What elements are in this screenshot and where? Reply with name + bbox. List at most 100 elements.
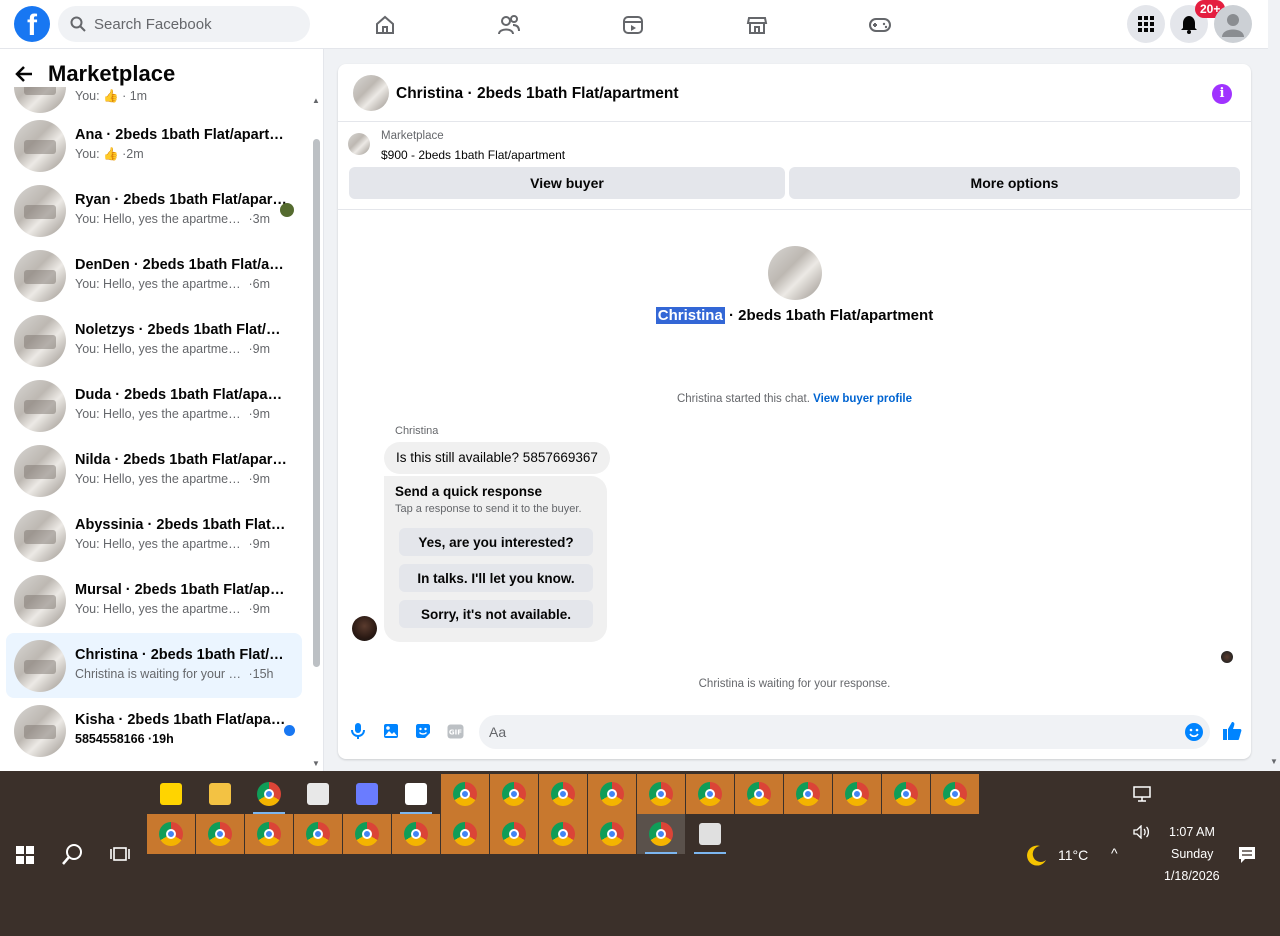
- conversation-preview: You: Hello, yes the apartment is... · 3m: [75, 212, 287, 226]
- quick-response-card: Send a quick response Tap a response to …: [384, 476, 607, 642]
- clock-time[interactable]: 1:07 AM: [1169, 825, 1215, 839]
- unread-dot-icon: [284, 725, 295, 736]
- taskbar-chrome-window[interactable]: [245, 814, 293, 854]
- sidebar-title: Marketplace: [48, 61, 176, 86]
- incoming-message-bubble: Is this still available? 5857669367: [384, 442, 610, 474]
- microphone-icon[interactable]: [349, 722, 367, 740]
- taskbar-search-icon[interactable]: [62, 843, 84, 870]
- thumbs-up-icon[interactable]: [1221, 720, 1243, 742]
- taskbar-chrome-window[interactable]: [686, 774, 734, 814]
- taskbar-chrome-window[interactable]: [735, 774, 783, 814]
- task-view-icon[interactable]: [110, 845, 130, 868]
- scroll-down-arrow-icon[interactable]: ▼: [312, 759, 320, 768]
- conversation-last-message: 5854558166: [75, 732, 145, 746]
- sidebar-scrollbar[interactable]: [313, 139, 320, 667]
- taskbar-photos[interactable]: [686, 814, 734, 854]
- conversation-item-active[interactable]: Christina · 2beds 1bath Flat/apar... Chri…: [6, 633, 302, 698]
- info-icon[interactable]: i: [1212, 84, 1232, 104]
- chrome-icon: [159, 822, 183, 846]
- clock-date[interactable]: 1/18/2026: [1164, 869, 1220, 883]
- taskbar-chrome-window[interactable]: [539, 774, 587, 814]
- listing-avatar[interactable]: [353, 75, 389, 111]
- taskbar-copilot[interactable]: [343, 774, 391, 814]
- conversation-separator: ·: [245, 277, 253, 291]
- windows-start-icon[interactable]: [16, 846, 34, 869]
- network-icon[interactable]: [1133, 786, 1151, 807]
- taskbar-chrome-window-selected[interactable]: [637, 814, 685, 854]
- facebook-logo[interactable]: f: [14, 6, 50, 42]
- taskbar-chrome-window[interactable]: [637, 774, 685, 814]
- action-center-icon[interactable]: [1238, 846, 1256, 869]
- taskbar-paint[interactable]: [294, 774, 342, 814]
- clock-day[interactable]: Sunday: [1171, 847, 1213, 861]
- menu-grid-icon[interactable]: [1127, 5, 1165, 43]
- gif-icon[interactable]: GIF: [446, 722, 464, 740]
- view-buyer-button[interactable]: View buyer: [349, 167, 785, 199]
- gaming-icon[interactable]: [865, 10, 895, 40]
- taskbar-chrome-window[interactable]: [196, 814, 244, 854]
- conversation-title[interactable]: Christina · 2beds 1bath Flat/apartment: [396, 85, 679, 103]
- volume-icon[interactable]: [1133, 824, 1151, 844]
- conversation-intro-title: Christina · 2beds 1bath Flat/apartment: [338, 307, 1251, 324]
- conversation-item[interactable]: DenDen · 2beds 1bath Flat/apar... You: He…: [6, 243, 302, 308]
- taskbar-chrome-window[interactable]: [490, 814, 538, 854]
- conversation-item[interactable]: Duda · 2beds 1bath Flat/apartm... You: He…: [6, 373, 302, 438]
- conversation-item[interactable]: Kisha · 2beds 1bath Flat/apart... 5854558…: [6, 698, 302, 763]
- quick-response-not-available-button[interactable]: Sorry, it's not available.: [399, 600, 593, 628]
- taskbar-chrome-window[interactable]: [294, 814, 342, 854]
- profile-avatar[interactable]: [1214, 5, 1252, 43]
- conversation-preview: You: 👍 · 2m: [75, 147, 287, 162]
- emoji-icon[interactable]: [1185, 723, 1203, 741]
- taskbar-chrome-window[interactable]: [441, 774, 489, 814]
- search-input[interactable]: [94, 15, 294, 33]
- taskbar-chrome-window[interactable]: [931, 774, 979, 814]
- search-box[interactable]: [58, 6, 310, 42]
- page-scroll-down-arrow-icon[interactable]: ▼: [1270, 757, 1278, 766]
- conversation-item[interactable]: Ryan · 2beds 1bath Flat/apart... You: Hel…: [6, 178, 302, 243]
- photo-icon[interactable]: [382, 722, 400, 740]
- show-hidden-icons-chevron-icon[interactable]: ^: [1111, 845, 1118, 861]
- watch-icon[interactable]: [618, 10, 648, 40]
- conversation-item[interactable]: Abyssinia · 2beds 1bath Flat/apa... You: …: [6, 503, 302, 568]
- sticker-icon[interactable]: [414, 722, 432, 740]
- buyer-avatar[interactable]: [352, 616, 377, 641]
- home-icon[interactable]: [370, 10, 400, 40]
- taskbar-chrome[interactable]: [245, 774, 293, 814]
- view-buyer-profile-link[interactable]: View buyer profile: [813, 393, 912, 405]
- weather-temperature[interactable]: 11°C: [1058, 847, 1088, 863]
- conversation-item-partial[interactable]: You: 👍 · 1m: [6, 87, 302, 113]
- back-arrow-icon[interactable]: [14, 64, 34, 84]
- quick-response-interested-button[interactable]: Yes, are you interested?: [399, 528, 593, 556]
- scroll-up-arrow-icon[interactable]: ▲: [312, 96, 320, 105]
- taskbar-file-explorer[interactable]: [196, 774, 244, 814]
- conversation-time: 9m: [252, 342, 271, 356]
- conversation-item[interactable]: Noletzys · 2beds 1bath Flat/apar... You: …: [6, 308, 302, 373]
- file-explorer-icon: [209, 783, 231, 805]
- taskbar-chrome-window[interactable]: [784, 774, 832, 814]
- taskbar-chrome-window[interactable]: [392, 814, 440, 854]
- taskbar-chrome-window[interactable]: [882, 774, 930, 814]
- page-scrollbar[interactable]: ▼: [1268, 0, 1280, 771]
- taskbar-chrome-window[interactable]: [588, 774, 636, 814]
- taskbar-chrome-window[interactable]: [490, 774, 538, 814]
- conversation-separator: ·: [245, 602, 253, 616]
- marketplace-icon[interactable]: [742, 10, 772, 40]
- taskbar-chrome-window[interactable]: [588, 814, 636, 854]
- quick-response-in-talks-button[interactable]: In talks. I'll let you know.: [399, 564, 593, 592]
- taskbar-notepad[interactable]: [392, 774, 440, 814]
- listing-price-title[interactable]: $900 - 2beds 1bath Flat/apartment: [381, 148, 565, 162]
- taskbar-sticky-notes[interactable]: [147, 774, 195, 814]
- weather-moon-icon[interactable]: [1025, 843, 1049, 867]
- message-input[interactable]: [479, 715, 1210, 749]
- friends-icon[interactable]: [494, 10, 524, 40]
- taskbar-chrome-window[interactable]: [147, 814, 195, 854]
- taskbar-chrome-window[interactable]: [343, 814, 391, 854]
- more-options-button[interactable]: More options: [789, 167, 1240, 199]
- conversation-item[interactable]: Mursal · 2beds 1bath Flat/apart... You: H…: [6, 568, 302, 633]
- conversation-item[interactable]: Ana · 2beds 1bath Flat/apartment You: 👍 ·…: [6, 113, 302, 178]
- listing-thumbnail[interactable]: [348, 133, 370, 155]
- taskbar-chrome-window[interactable]: [441, 814, 489, 854]
- taskbar-chrome-window[interactable]: [833, 774, 881, 814]
- taskbar-chrome-window[interactable]: [539, 814, 587, 854]
- conversation-item[interactable]: Nilda · 2beds 1bath Flat/apartm... You: H…: [6, 438, 302, 503]
